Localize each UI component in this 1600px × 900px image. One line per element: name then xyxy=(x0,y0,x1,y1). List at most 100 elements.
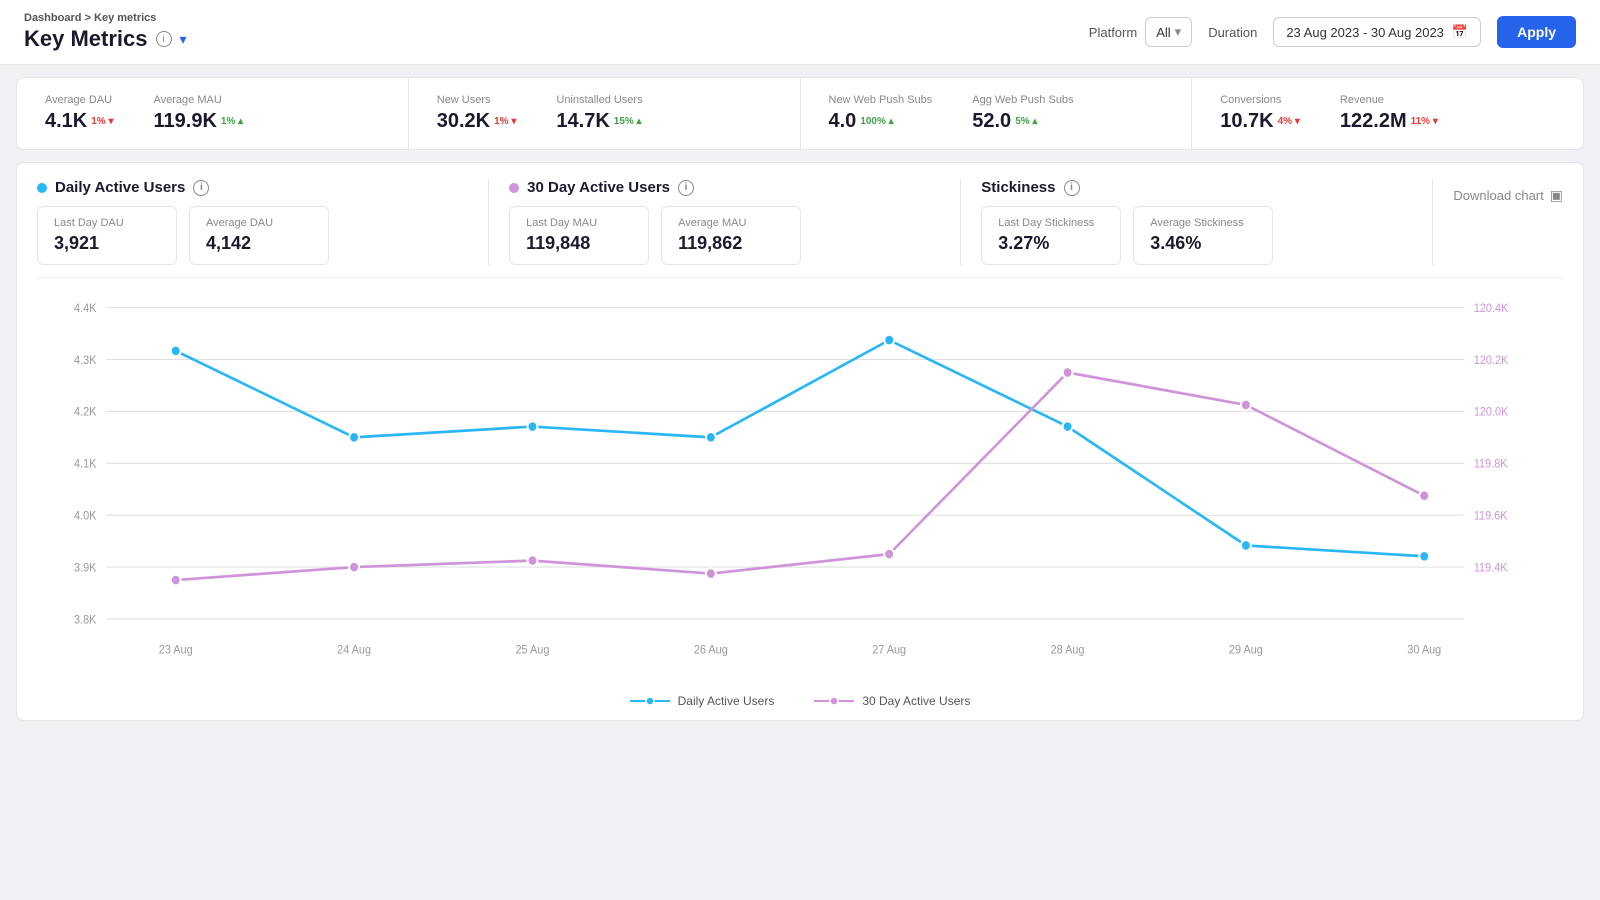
metric-revenue-value: 122.2M 11% ▾ xyxy=(1340,110,1438,133)
metric-avg-mau-label: Average MAU xyxy=(154,94,244,106)
mau-last-day-box: Last Day MAU 119,848 xyxy=(509,206,649,265)
metrics-bar: Average DAU 4.1K 1% ▾ Average MAU 119.9K… xyxy=(16,77,1584,150)
svg-text:27 Aug: 27 Aug xyxy=(872,644,906,657)
dau-last-day-label: Last Day DAU xyxy=(54,217,160,229)
duration-label: Duration xyxy=(1208,25,1257,40)
apply-button[interactable]: Apply xyxy=(1497,16,1576,48)
mau-avg-label: Average MAU xyxy=(678,217,784,229)
metric-new-users: New Users 30.2K 1% ▾ xyxy=(437,94,517,133)
legend-mau-line-icon xyxy=(814,694,854,708)
svg-text:24 Aug: 24 Aug xyxy=(337,644,371,657)
dau-avg-box: Average DAU 4,142 xyxy=(189,206,329,265)
metric-revenue-label: Revenue xyxy=(1340,94,1438,106)
stickiness-avg-value: 3.46% xyxy=(1150,233,1256,254)
svg-text:120.4K: 120.4K xyxy=(1474,303,1509,316)
download-chart-label: Download chart xyxy=(1453,188,1543,203)
svg-text:119.6K: 119.6K xyxy=(1474,510,1508,523)
date-range-picker[interactable]: 23 Aug 2023 - 30 Aug 2023 📅 xyxy=(1273,17,1481,47)
svg-text:23 Aug: 23 Aug xyxy=(159,644,193,657)
metric-uninstalled-users: Uninstalled Users 14.7K 15% ▴ xyxy=(556,94,642,133)
chevron-down-icon[interactable]: ▾ xyxy=(180,31,187,48)
page-title: Key Metrics xyxy=(24,26,148,52)
dau-title: Daily Active Users xyxy=(55,179,185,196)
legend-dau: Daily Active Users xyxy=(630,694,775,708)
metric-new-users-value: 30.2K 1% ▾ xyxy=(437,110,517,133)
legend-mau-label: 30 Day Active Users xyxy=(862,694,970,708)
stickiness-avg-label: Average Stickiness xyxy=(1150,217,1256,229)
stickiness-last-day-box: Last Day Stickiness 3.27% xyxy=(981,206,1121,265)
metric-conversions-value: 10.7K 4% ▾ xyxy=(1220,110,1300,133)
metric-new-web-push: New Web Push Subs 4.0 100% ▴ xyxy=(829,94,933,133)
download-icon: ▣ xyxy=(1550,187,1563,204)
metric-agg-web-push-value: 52.0 5% ▴ xyxy=(972,110,1073,133)
dau-stat-boxes: Last Day DAU 3,921 Average DAU 4,142 xyxy=(37,206,468,265)
chart-stats-row: Daily Active Users i Last Day DAU 3,921 … xyxy=(37,179,1563,278)
svg-text:3.8K: 3.8K xyxy=(74,614,97,627)
mau-title: 30 Day Active Users xyxy=(527,179,670,196)
dau-info-icon[interactable]: i xyxy=(193,180,209,196)
metric-new-web-push-badge: 100% ▴ xyxy=(860,116,893,127)
legend-dau-label: Daily Active Users xyxy=(678,694,775,708)
header-left: Dashboard > Key metrics Key Metrics i ▾ xyxy=(24,12,187,52)
metric-new-users-badge: 1% ▾ xyxy=(494,116,516,127)
mau-stat-boxes: Last Day MAU 119,848 Average MAU 119,862 xyxy=(509,206,940,265)
dau-avg-label: Average DAU xyxy=(206,217,312,229)
metric-average-mau: Average MAU 119.9K 1% ▴ xyxy=(154,94,244,133)
metric-revenue: Revenue 122.2M 11% ▾ xyxy=(1340,94,1438,133)
svg-text:120.2K: 120.2K xyxy=(1474,354,1509,367)
metric-avg-mau-value: 119.9K 1% ▴ xyxy=(154,110,244,133)
dau-section-header: Daily Active Users i Last Day DAU 3,921 … xyxy=(37,179,489,265)
metric-new-users-label: New Users xyxy=(437,94,517,106)
platform-group: Platform All ▾ xyxy=(1089,17,1192,47)
stickiness-info-icon[interactable]: i xyxy=(1064,180,1080,196)
metric-new-web-push-value: 4.0 100% ▴ xyxy=(829,110,933,133)
charts-section: Daily Active Users i Last Day DAU 3,921 … xyxy=(16,162,1584,721)
platform-value: All xyxy=(1156,25,1170,40)
mau-section-header: 30 Day Active Users i Last Day MAU 119,8… xyxy=(489,179,961,265)
mau-dot xyxy=(509,183,519,193)
metric-agg-web-push: Agg Web Push Subs 52.0 5% ▴ xyxy=(972,94,1073,133)
svg-text:3.9K: 3.9K xyxy=(74,562,97,575)
platform-chevron-icon: ▾ xyxy=(1175,24,1182,40)
dau-last-day-box: Last Day DAU 3,921 xyxy=(37,206,177,265)
platform-select[interactable]: All ▾ xyxy=(1145,17,1192,47)
metric-group-3: New Web Push Subs 4.0 100% ▴ Agg Web Pus… xyxy=(801,78,1193,149)
dau-title-row: Daily Active Users i xyxy=(37,179,468,196)
stickiness-last-day-value: 3.27% xyxy=(998,233,1104,254)
metric-uninstalled-label: Uninstalled Users xyxy=(556,94,642,106)
metric-agg-web-push-label: Agg Web Push Subs xyxy=(972,94,1073,106)
stickiness-stat-boxes: Last Day Stickiness 3.27% Average Sticki… xyxy=(981,206,1412,265)
download-chart-button[interactable]: Download chart ▣ xyxy=(1453,187,1563,204)
metric-revenue-badge: 11% ▾ xyxy=(1411,116,1438,127)
header-controls: Platform All ▾ Duration 23 Aug 2023 - 30… xyxy=(1089,16,1576,48)
header: Dashboard > Key metrics Key Metrics i ▾ … xyxy=(0,0,1600,65)
svg-text:119.4K: 119.4K xyxy=(1474,562,1508,575)
dau-last-day-value: 3,921 xyxy=(54,233,160,254)
mau-title-row: 30 Day Active Users i xyxy=(509,179,940,196)
info-icon[interactable]: i xyxy=(156,31,172,47)
breadcrumb: Dashboard > Key metrics xyxy=(24,12,187,24)
mau-last-day-value: 119,848 xyxy=(526,233,632,254)
mau-info-icon[interactable]: i xyxy=(678,180,694,196)
metric-group-2: New Users 30.2K 1% ▾ Uninstalled Users 1… xyxy=(409,78,801,149)
dau-avg-value: 4,142 xyxy=(206,233,312,254)
mau-last-day-label: Last Day MAU xyxy=(526,217,632,229)
breadcrumb-dashboard: Dashboard xyxy=(24,12,81,24)
legend-dau-line-icon xyxy=(630,694,670,708)
metric-avg-dau-value: 4.1K 1% ▾ xyxy=(45,110,114,133)
svg-text:120.0K: 120.0K xyxy=(1474,406,1509,419)
svg-text:25 Aug: 25 Aug xyxy=(516,644,550,657)
metric-average-dau: Average DAU 4.1K 1% ▾ xyxy=(45,94,114,133)
metric-conversions: Conversions 10.7K 4% ▾ xyxy=(1220,94,1300,133)
page-title-row: Key Metrics i ▾ xyxy=(24,26,187,52)
metric-avg-dau-badge: 1% ▾ xyxy=(91,116,113,127)
date-range-value: 23 Aug 2023 - 30 Aug 2023 xyxy=(1286,25,1444,40)
metric-uninstalled-badge: 15% ▴ xyxy=(614,116,642,127)
svg-text:4.2K: 4.2K xyxy=(74,406,97,419)
svg-text:29 Aug: 29 Aug xyxy=(1229,644,1263,657)
mau-avg-box: Average MAU 119,862 xyxy=(661,206,801,265)
svg-text:4.0K: 4.0K xyxy=(74,510,97,523)
mau-avg-value: 119,862 xyxy=(678,233,784,254)
breadcrumb-separator: > xyxy=(85,12,94,24)
stickiness-section-header: Stickiness i Last Day Stickiness 3.27% A… xyxy=(961,179,1433,265)
